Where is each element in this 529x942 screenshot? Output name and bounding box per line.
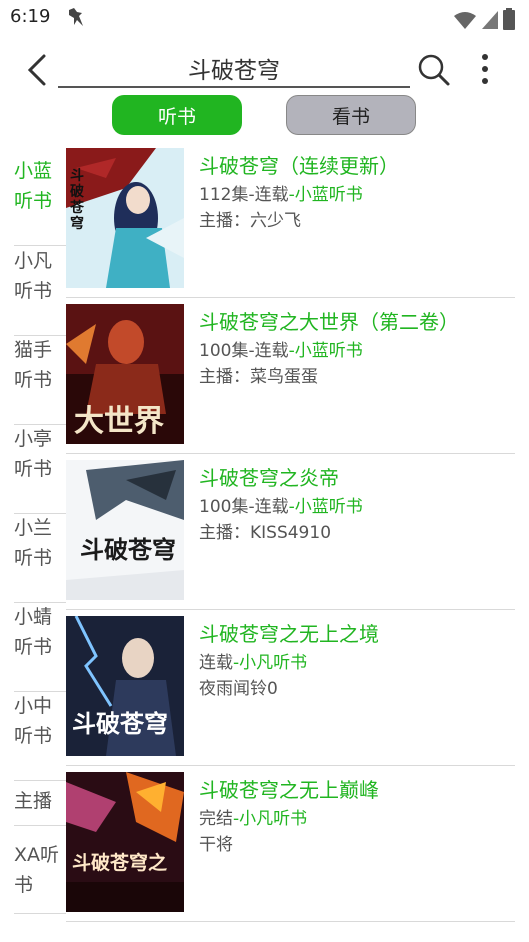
search-query: 斗破苍穹 [188, 58, 280, 84]
cover-title: 斗破苍穹 [72, 709, 168, 738]
cover-title: 斗破苍穹 [80, 535, 176, 564]
book-host: 干将 [199, 835, 233, 855]
more-button[interactable] [474, 50, 496, 90]
tab-read[interactable]: 看书 [286, 95, 416, 135]
book-host: 夜雨闻铃0 [199, 679, 278, 699]
book-host: 主播：菜鸟蛋蛋 [199, 367, 318, 387]
book-title: 斗破苍穹之炎帝 [199, 466, 339, 490]
book-meta: 112集-连载-小蓝听书 [199, 180, 363, 205]
status-bar: 6:19 [0, 0, 529, 36]
cover-title: 斗破苍穹 [70, 168, 84, 232]
signal-icon [482, 11, 498, 29]
source-item-zhubo[interactable]: 主播 [14, 780, 66, 826]
book-title: 斗破苍穹之大世界（第二卷） [199, 310, 459, 334]
book-title: 斗破苍穹之无上之境 [199, 622, 379, 646]
cover-art [66, 772, 184, 912]
source-item-xiaolan[interactable]: 小蓝听书 [14, 156, 66, 246]
book-meta: 连载-小凡听书 [199, 648, 307, 673]
book-row[interactable]: 斗破苍穹 斗破苍穹（连续更新） 112集-连载-小蓝听书 主播：六少飞 [66, 142, 515, 298]
book-cover: 大世界 [66, 304, 184, 444]
book-source: -小凡听书 [233, 653, 308, 673]
book-row[interactable]: 斗破苍穹之 斗破苍穹之无上巅峰 完结-小凡听书 干将 [66, 766, 515, 922]
book-status: 100集-连载 [199, 497, 289, 517]
book-source: -小蓝听书 [288, 185, 363, 205]
book-source: -小蓝听书 [288, 341, 363, 361]
more-vertical-icon [482, 54, 488, 84]
cover-title: 斗破苍穹之 [72, 852, 168, 874]
search-button[interactable] [414, 50, 454, 90]
book-cover: 斗破苍穹 [66, 460, 184, 600]
search-icon [418, 54, 450, 86]
status-icons [453, 8, 515, 30]
book-status: 完结 [199, 809, 233, 829]
book-host: 主播：KISS4910 [199, 523, 332, 543]
book-source: -小凡听书 [233, 809, 308, 829]
chevron-left-icon [27, 54, 46, 86]
tab-listen[interactable]: 听书 [112, 95, 242, 135]
source-item-xa[interactable]: XA听书 [14, 840, 66, 914]
book-source: -小蓝听书 [288, 497, 363, 517]
source-item-xiaoting[interactable]: 小亭听书 [14, 424, 66, 514]
book-row[interactable]: 斗破苍穹 斗破苍穹之炎帝 100集-连载-小蓝听书 主播：KISS4910 [66, 454, 515, 610]
source-item-xiaozhong[interactable]: 小中听书 [14, 691, 66, 781]
book-meta: 100集-连载-小蓝听书 [199, 336, 363, 361]
mode-tabs: 听书 看书 [0, 95, 529, 137]
search-input[interactable]: 斗破苍穹 [58, 50, 410, 88]
book-title: 斗破苍穹（连续更新） [199, 154, 399, 178]
cover-title: 大世界 [74, 404, 164, 439]
book-host: 主播：六少飞 [199, 211, 301, 231]
source-item-maoshou[interactable]: 猫手听书 [14, 335, 66, 425]
book-row[interactable]: 斗破苍穹 斗破苍穹之无上之境 连载-小凡听书 夜雨闻铃0 [66, 610, 515, 766]
source-item-xiaoqing[interactable]: 小蜻听书 [14, 602, 66, 692]
source-sidebar: 小蓝听书 小凡听书 猫手听书 小亭听书 小兰听书 小蜻听书 小中听书 主播 XA… [0, 142, 66, 942]
book-row[interactable]: 大世界 斗破苍穹之大世界（第二卷） 100集-连载-小蓝听书 主播：菜鸟蛋蛋 [66, 298, 515, 454]
book-cover: 斗破苍穹 [66, 616, 184, 756]
book-cover: 斗破苍穹之 [66, 772, 184, 912]
book-status: 连载 [199, 653, 233, 673]
bird-icon [69, 8, 83, 26]
battery-icon [503, 8, 515, 30]
book-title: 斗破苍穹之无上巅峰 [199, 778, 379, 802]
book-cover: 斗破苍穹 [66, 148, 184, 288]
source-item-xiaofan[interactable]: 小凡听书 [14, 246, 66, 336]
book-meta: 完结-小凡听书 [199, 804, 307, 829]
source-item-xiaolan2[interactable]: 小兰听书 [14, 513, 66, 603]
book-status: 112集-连载 [199, 185, 289, 205]
search-header: 斗破苍穹 [0, 40, 529, 98]
back-button[interactable] [22, 50, 54, 90]
book-meta: 100集-连载-小蓝听书 [199, 492, 363, 517]
wifi-icon [454, 12, 476, 29]
status-time: 6:19 [10, 6, 51, 27]
book-status: 100集-连载 [199, 341, 289, 361]
